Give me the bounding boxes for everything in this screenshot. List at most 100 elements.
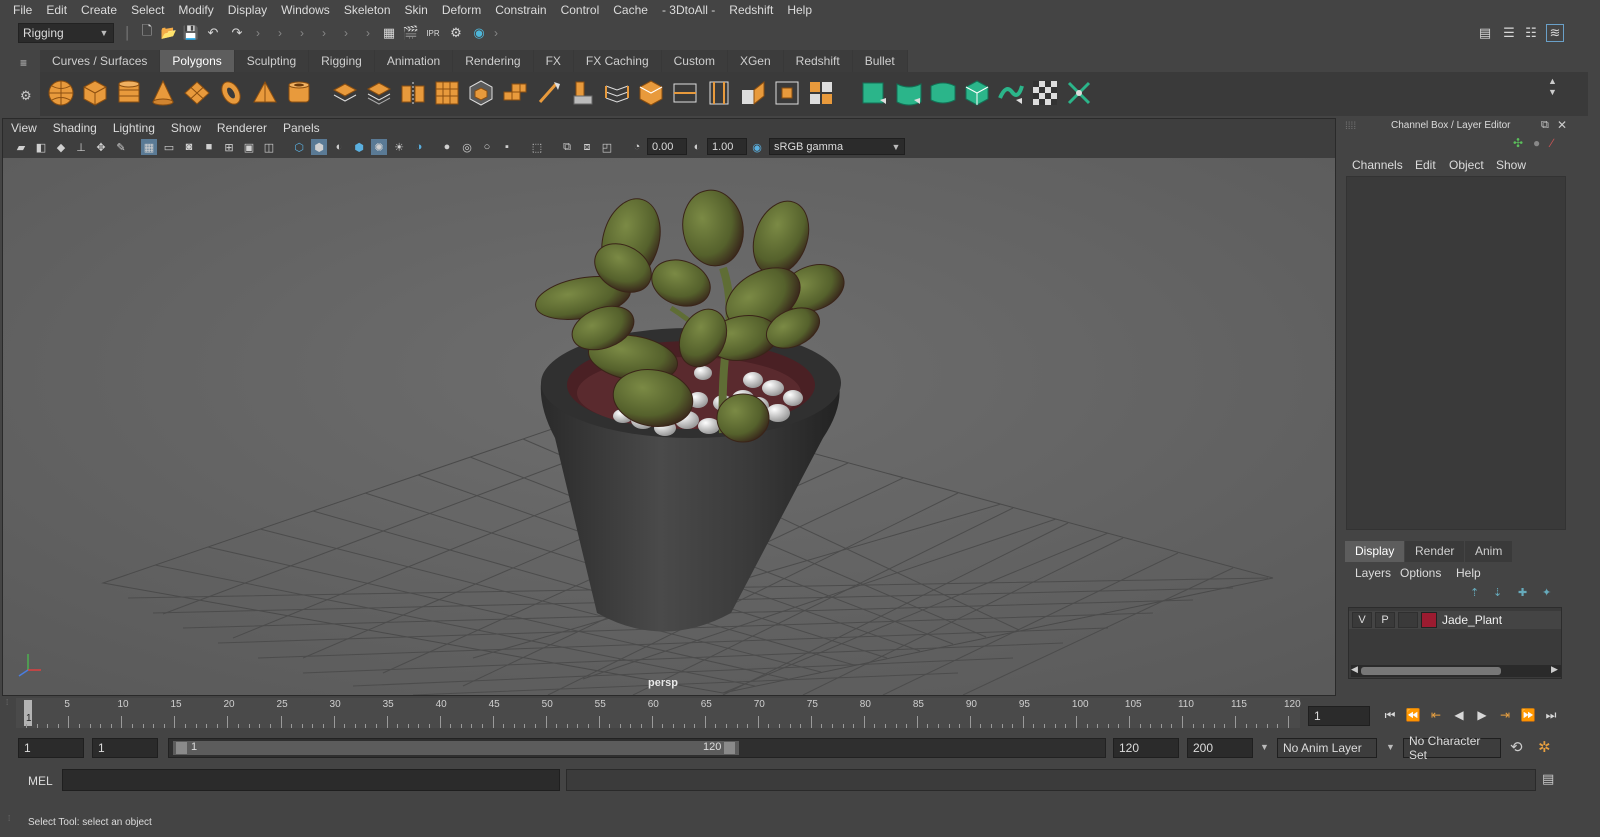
poly-torus-icon[interactable] xyxy=(216,78,246,108)
range-end-handle[interactable] xyxy=(724,742,735,754)
ipr-render-icon[interactable]: IPR xyxy=(424,24,442,42)
scroll-right-icon[interactable]: ▶ xyxy=(1551,664,1558,675)
new-layer-icon[interactable]: ✚ xyxy=(1518,586,1527,599)
scrollbar-thumb[interactable] xyxy=(1361,667,1501,675)
range-slider-fill[interactable] xyxy=(173,741,739,755)
auto-uv-icon[interactable] xyxy=(962,78,992,108)
close-icon[interactable]: ✕ xyxy=(1557,118,1567,132)
panel-menu-panels[interactable]: Panels xyxy=(275,121,328,135)
shelf-tab-sculpting[interactable]: Sculpting xyxy=(234,50,310,72)
command-language-label[interactable]: MEL xyxy=(28,774,53,788)
go-to-start-icon[interactable]: ⏮ xyxy=(1380,706,1400,724)
grease-pencil-icon[interactable]: ✎ xyxy=(113,139,129,155)
poly-pipe-icon[interactable] xyxy=(284,78,314,108)
open-scene-icon[interactable]: 📂 xyxy=(160,24,178,42)
bevel-icon[interactable] xyxy=(636,78,666,108)
undo-icon[interactable]: ↶ xyxy=(204,24,222,42)
collapse-handle-icon[interactable]: › xyxy=(494,25,498,41)
hypershade-icon[interactable]: ◉ xyxy=(470,24,488,42)
panel-menu-lighting[interactable]: Lighting xyxy=(105,121,163,135)
show-menu[interactable]: Show xyxy=(1496,158,1526,172)
shelf-tab-fx[interactable]: FX xyxy=(533,50,574,72)
tool-settings-icon[interactable]: ☷ xyxy=(1522,24,1540,42)
smooth-icon[interactable] xyxy=(432,78,462,108)
attribute-editor-icon[interactable]: ☰ xyxy=(1500,24,1518,42)
anim-start-field[interactable]: 1 xyxy=(92,738,158,758)
menu-3dtoall[interactable]: - 3DtoAll - xyxy=(655,3,722,17)
layers-menu[interactable]: Layers xyxy=(1355,566,1391,580)
panel-menu-renderer[interactable]: Renderer xyxy=(209,121,275,135)
object-menu[interactable]: Object xyxy=(1449,158,1484,172)
step-back-frame-icon[interactable]: ⏪ xyxy=(1403,706,1423,724)
edit-menu[interactable]: Edit xyxy=(1415,158,1436,172)
film-gate-icon[interactable]: ▭ xyxy=(161,139,177,155)
xray-icon[interactable]: ▪ xyxy=(499,139,515,155)
collapse-handle-icon[interactable]: › xyxy=(256,25,260,41)
poly-pyramid-icon[interactable] xyxy=(250,78,280,108)
poly-cone-icon[interactable] xyxy=(148,78,178,108)
new-scene-icon[interactable]: 🗋 xyxy=(138,23,156,42)
float-panel-icon[interactable]: ⧉ xyxy=(1541,119,1549,132)
timeslider-handle-icon[interactable]: ⁞ xyxy=(6,699,8,707)
shelf-tab-rigging[interactable]: Rigging xyxy=(309,50,375,72)
smooth-shade-icon[interactable]: ⬢ xyxy=(311,139,327,155)
insert-edge-loop-icon[interactable] xyxy=(670,78,700,108)
panel-menu-shading[interactable]: Shading xyxy=(45,121,105,135)
range-slider[interactable]: 1 120 xyxy=(168,738,1106,758)
shelf-tab-fx-caching[interactable]: FX Caching xyxy=(573,50,662,72)
depth-of-field-icon[interactable]: ○ xyxy=(479,139,495,155)
menu-display[interactable]: Display xyxy=(221,3,274,17)
layer-visibility-toggle[interactable]: V xyxy=(1352,612,1372,628)
menu-edit[interactable]: Edit xyxy=(39,3,74,17)
time-slider[interactable]: 1 5 10 15 20 25 30 35 40 45 50 55 60 65 70 75 80 85 90 95 1… xyxy=(16,698,1301,728)
toggle-off-icon[interactable]: ∕ xyxy=(1551,136,1553,150)
menu-redshift[interactable]: Redshift xyxy=(722,3,780,17)
select-camera-icon[interactable]: ▰ xyxy=(13,139,29,155)
grid-icon[interactable]: ▦ xyxy=(141,139,157,155)
move-layer-down-icon[interactable]: ⇣ xyxy=(1493,586,1502,599)
animation-prefs-icon[interactable]: ✲ xyxy=(1538,738,1551,756)
render-frame-icon[interactable]: 🎬 xyxy=(402,24,420,42)
play-forwards-icon[interactable]: ▶ xyxy=(1472,706,1492,724)
save-scene-icon[interactable]: 💾 xyxy=(182,24,200,42)
step-back-key-icon[interactable]: ⇤ xyxy=(1426,706,1446,724)
extrude-icon[interactable] xyxy=(568,78,598,108)
gamma-icon[interactable]: ◐ xyxy=(689,139,705,155)
image-plane-icon[interactable]: ⊥ xyxy=(73,139,89,155)
remesh-icon[interactable] xyxy=(500,78,530,108)
xray-active-icon[interactable]: ⧈ xyxy=(579,139,595,155)
menu-modify[interactable]: Modify xyxy=(171,3,220,17)
collapse-handle-icon[interactable]: › xyxy=(344,25,348,41)
gamma-field[interactable]: 1.00 xyxy=(707,138,747,155)
shelf-tab-polygons[interactable]: Polygons xyxy=(160,50,235,72)
menu-skeleton[interactable]: Skeleton xyxy=(337,3,398,17)
collapse-handle-icon[interactable]: › xyxy=(322,25,326,41)
shelf-tab-rendering[interactable]: Rendering xyxy=(453,50,534,72)
step-forward-frame-icon[interactable]: ⏩ xyxy=(1518,706,1538,724)
menu-file[interactable]: File xyxy=(6,3,39,17)
current-frame-field[interactable]: 1 xyxy=(1308,706,1370,726)
unfold-uv-icon[interactable] xyxy=(996,78,1026,108)
shelf-menu-icon[interactable]: ≡ xyxy=(20,56,27,70)
mirror-icon[interactable] xyxy=(398,78,428,108)
character-set-dropdown[interactable]: No Character Set xyxy=(1403,734,1501,762)
menu-select[interactable]: Select xyxy=(124,3,171,17)
exposure-field[interactable]: 0.00 xyxy=(647,138,687,155)
multisample-aa-icon[interactable]: ◎ xyxy=(459,139,475,155)
spherical-uv-icon[interactable] xyxy=(928,78,958,108)
merge-icon[interactable] xyxy=(806,78,836,108)
separate-icon[interactable] xyxy=(364,78,394,108)
script-editor-icon[interactable]: ▤ xyxy=(1542,771,1554,787)
menu-create[interactable]: Create xyxy=(74,3,124,17)
shelf-tab-redshift[interactable]: Redshift xyxy=(783,50,853,72)
view-transform-dropdown[interactable]: sRGB gamma ▼ xyxy=(769,138,905,155)
menu-cache[interactable]: Cache xyxy=(606,3,655,17)
gear-icon[interactable]: ⚙ xyxy=(20,88,32,104)
axis-toggle-icon[interactable]: ✣ xyxy=(1513,136,1523,150)
end-time-field[interactable]: 120 xyxy=(1113,738,1179,758)
command-input[interactable] xyxy=(62,769,560,791)
anim-end-field[interactable]: 200 xyxy=(1187,738,1253,758)
layer-color-swatch[interactable] xyxy=(1421,612,1437,628)
redo-icon[interactable]: ↷ xyxy=(228,24,246,42)
collapse-handle-icon[interactable]: › xyxy=(278,25,282,41)
